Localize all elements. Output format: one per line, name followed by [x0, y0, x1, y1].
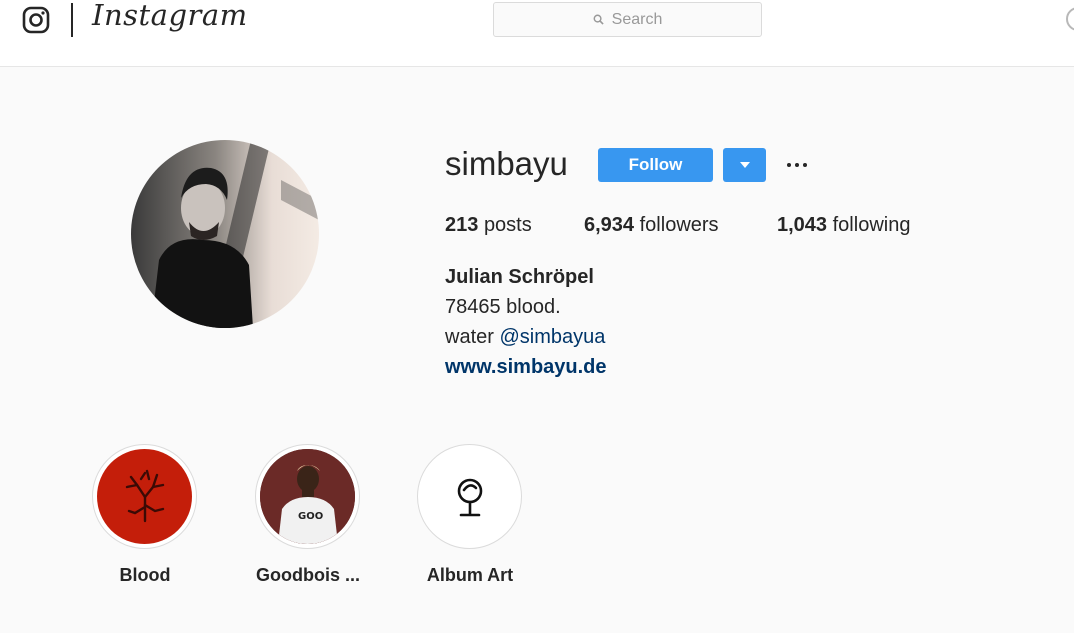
profile-username: simbayu	[445, 145, 568, 182]
profile-full-name: Julian Schröpel	[445, 266, 594, 288]
highlight-label-goodbois: Goodbois ...	[256, 565, 360, 585]
highlight-blood[interactable]	[92, 444, 197, 549]
following-count: 1,043	[777, 214, 828, 236]
followers-stat[interactable]: 6,934 followers	[584, 214, 719, 237]
highlight-album-art[interactable]	[417, 444, 522, 549]
microphone-icon	[457, 478, 482, 516]
bio-line: 78465 blood.	[445, 296, 561, 318]
highlight-label-album-art: Album Art	[426, 565, 514, 585]
followers-label: followers	[639, 214, 719, 236]
album-art-highlight-cover	[422, 449, 517, 544]
instagram-wordmark-logo[interactable]: Instagram	[92, 0, 248, 32]
goodbois-highlight-cover: GOO	[260, 449, 355, 544]
nav-divider	[71, 3, 73, 37]
follow-button[interactable]: Follow	[598, 148, 713, 182]
posts-count: 213	[445, 214, 479, 236]
instagram-camera-icon[interactable]	[22, 6, 50, 34]
more-options-icon[interactable]	[782, 152, 812, 178]
bio-line-with-mention: water @simbayua	[445, 326, 605, 349]
top-nav: Instagram Search	[0, 0, 1074, 67]
explore-icon[interactable]	[1066, 7, 1074, 31]
caret-down-icon	[739, 162, 750, 168]
coral-branch-icon	[125, 469, 164, 522]
followers-count: 6,934	[584, 214, 635, 236]
search-placeholder: Search	[611, 10, 663, 28]
posts-stat: 213 posts	[445, 214, 532, 237]
bio-text: water	[445, 326, 500, 348]
highlight-label-blood: Blood	[119, 565, 171, 585]
search-icon	[593, 14, 604, 25]
highlight-goodbois[interactable]: GOO	[255, 444, 360, 549]
mention-link[interactable]: @simbayua	[499, 326, 605, 348]
following-label: following	[832, 214, 911, 236]
suggested-accounts-dropdown-button[interactable]	[723, 148, 766, 182]
profile-avatar[interactable]	[131, 140, 319, 328]
posts-label: posts	[483, 214, 532, 236]
svg-text:GOO: GOO	[298, 511, 323, 522]
search-input[interactable]: Search	[493, 2, 762, 37]
following-stat[interactable]: 1,043 following	[777, 214, 910, 237]
website-link[interactable]: www.simbayu.de	[445, 356, 607, 379]
blood-highlight-cover	[97, 449, 192, 544]
